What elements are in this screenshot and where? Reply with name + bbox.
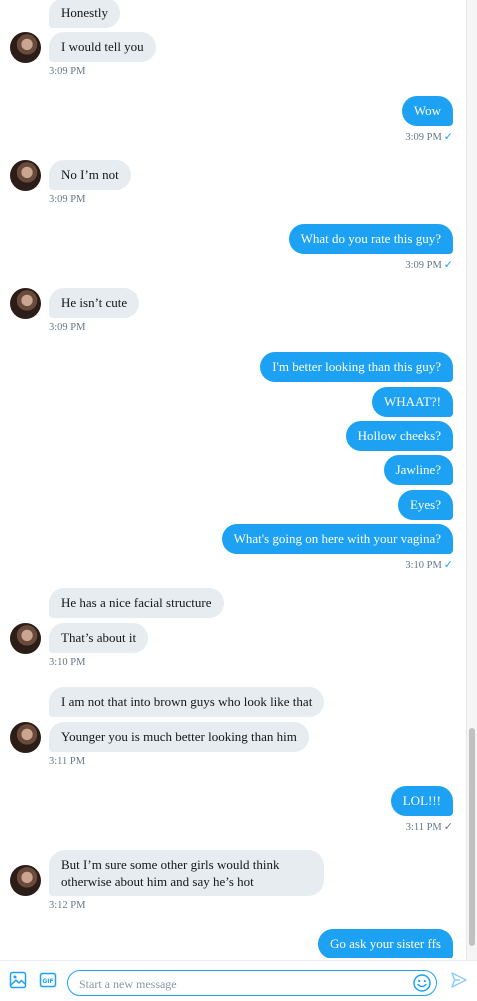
avatar[interactable]: [10, 722, 41, 753]
sent-check-icon: ✓: [443, 820, 453, 833]
outgoing-message: I'm better looking than this guy?: [260, 352, 453, 382]
timestamp-text: 3:11 PM: [405, 822, 442, 833]
outgoing-message: What's going on here with your vagina?: [221, 524, 453, 554]
message-timestamp: 3:11 PM: [49, 756, 86, 767]
incoming-message: That’s about it: [49, 623, 149, 653]
outgoing-message: WHAAT?!: [371, 387, 453, 417]
avatar[interactable]: [10, 160, 41, 191]
emoji-icon[interactable]: [412, 973, 432, 998]
scrollbar-thumb[interactable]: [469, 728, 475, 946]
conversation-thread: Honestly I would tell you 3:09 PM Wow 3:…: [0, 0, 465, 958]
message-timestamp: 3:10 PM ✓: [405, 558, 453, 571]
scrollbar[interactable]: [466, 0, 477, 960]
send-icon[interactable]: [450, 971, 468, 994]
message-timestamp: 3:11 PM ✓: [406, 820, 453, 833]
incoming-message: I would tell you: [49, 32, 156, 62]
outgoing-message: LOL!!!: [390, 786, 453, 816]
message-timestamp: 3:09 PM: [49, 194, 86, 205]
outgoing-message: Eyes?: [397, 490, 453, 520]
incoming-message: Younger you is much better looking than …: [49, 722, 309, 752]
incoming-message: Honestly: [49, 0, 120, 28]
outgoing-message: Go ask your sister ffs: [318, 929, 453, 958]
incoming-message: No I’m not: [49, 160, 131, 190]
message-timestamp: 3:10 PM: [49, 657, 86, 668]
outgoing-message: Wow: [401, 96, 453, 126]
gif-icon[interactable]: GIF: [39, 971, 57, 994]
read-check-icon: ✓: [443, 258, 453, 271]
avatar[interactable]: [10, 623, 41, 654]
svg-text:GIF: GIF: [42, 978, 53, 985]
outgoing-message: What do you rate this guy?: [288, 224, 453, 254]
timestamp-text: 3:10 PM: [405, 560, 442, 571]
avatar[interactable]: [10, 865, 41, 896]
message-composer: GIF: [0, 960, 477, 1001]
timestamp-text: 3:09 PM: [405, 260, 442, 271]
message-timestamp: 3:09 PM: [49, 322, 86, 333]
timestamp-text: 3:09 PM: [405, 132, 442, 143]
message-timestamp: 3:09 PM ✓: [405, 258, 453, 271]
incoming-message: He isn’t cute: [49, 288, 140, 318]
incoming-message: He has a nice facial structure: [49, 588, 224, 618]
message-timestamp: 3:12 PM: [49, 900, 86, 911]
message-input[interactable]: [77, 974, 411, 994]
read-check-icon: ✓: [443, 130, 453, 143]
incoming-message: I am not that into brown guys who look l…: [49, 687, 325, 717]
avatar[interactable]: [10, 288, 41, 319]
read-check-icon: ✓: [443, 558, 453, 571]
message-timestamp: 3:09 PM: [49, 66, 86, 77]
outgoing-message: Hollow cheeks?: [345, 421, 453, 451]
incoming-message: But I’m sure some other girls would thin…: [49, 850, 324, 896]
avatar[interactable]: [10, 32, 41, 63]
message-input-box[interactable]: [67, 970, 437, 996]
outgoing-message: Jawline?: [383, 455, 453, 485]
image-icon[interactable]: [9, 971, 27, 994]
message-timestamp: 3:09 PM ✓: [405, 130, 453, 143]
